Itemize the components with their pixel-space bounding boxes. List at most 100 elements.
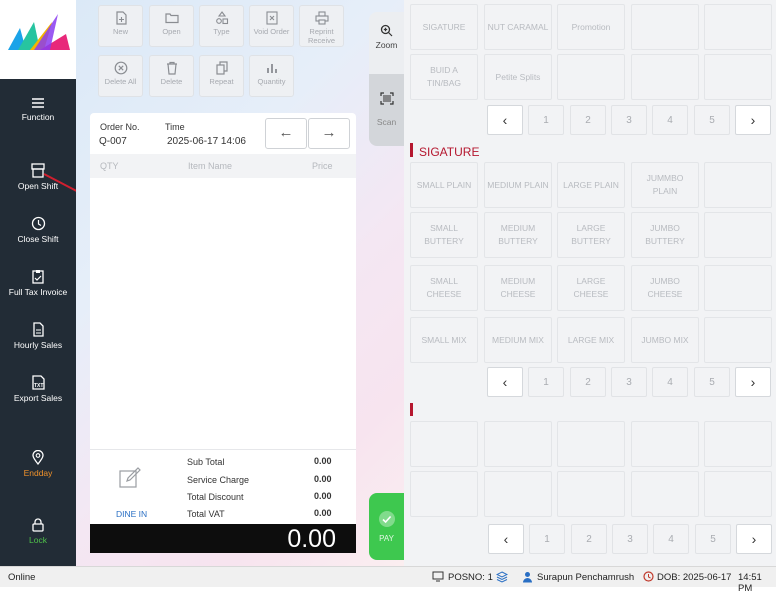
- product-button[interactable]: [484, 421, 552, 467]
- product-page-5[interactable]: 5: [694, 367, 730, 397]
- category-next-page-button[interactable]: ›: [735, 105, 771, 135]
- product-button[interactable]: JUMBO CHEESE: [631, 265, 699, 311]
- arrow-left-icon: ←: [278, 124, 294, 141]
- category-page-3[interactable]: 3: [611, 105, 647, 135]
- product-button[interactable]: [704, 265, 772, 311]
- product-button[interactable]: MEDIUM CHEESE: [484, 265, 552, 311]
- category-page-5[interactable]: 5: [694, 105, 730, 135]
- order-items-list[interactable]: [90, 178, 356, 450]
- layers-icon[interactable]: [495, 571, 509, 586]
- product-button[interactable]: JUMBO MIX: [631, 317, 699, 363]
- product-button[interactable]: [410, 471, 478, 517]
- user-icon: [522, 571, 533, 586]
- section2-next-page-button[interactable]: ›: [736, 524, 772, 554]
- product-button[interactable]: [704, 212, 772, 258]
- product-next-page-button[interactable]: ›: [735, 367, 771, 397]
- category-button[interactable]: [704, 54, 772, 100]
- pay-button[interactable]: PAY: [369, 493, 404, 560]
- category-prev-page-button[interactable]: ‹: [487, 105, 523, 135]
- product-button[interactable]: MEDIUM PLAIN: [484, 162, 552, 208]
- product-button[interactable]: SMALL MIX: [410, 317, 478, 363]
- sidebar-item-function[interactable]: Function: [0, 97, 76, 122]
- product-button[interactable]: SMALL BUTTERY: [410, 212, 478, 258]
- category-button[interactable]: BUID A TIN/BAG: [410, 54, 478, 100]
- product-button[interactable]: LARGE CHEESE: [557, 265, 625, 311]
- menu-icon: [32, 98, 44, 108]
- section2-page-1[interactable]: 1: [529, 524, 565, 554]
- product-button[interactable]: [704, 421, 772, 467]
- category-button[interactable]: SIGATURE: [410, 4, 478, 50]
- time-value: 2025-06-17 14:06: [167, 136, 246, 147]
- section2-prev-page-button[interactable]: ‹: [488, 524, 524, 554]
- zoom-button[interactable]: Zoom: [369, 12, 404, 74]
- product-page-2[interactable]: 2: [570, 367, 606, 397]
- product-page-4[interactable]: 4: [652, 367, 688, 397]
- scan-button[interactable]: Scan: [369, 74, 404, 146]
- previous-order-button[interactable]: ←: [265, 118, 307, 149]
- category-page-2[interactable]: 2: [570, 105, 606, 135]
- sidebar-item-export-sales[interactable]: TXT Export Sales: [0, 375, 76, 403]
- product-button[interactable]: [704, 162, 772, 208]
- category-button[interactable]: Promotion: [557, 4, 625, 50]
- sidebar-item-label: Close Shift: [17, 234, 59, 244]
- section2-page-2[interactable]: 2: [571, 524, 607, 554]
- product-button[interactable]: [704, 317, 772, 363]
- product-page-3[interactable]: 3: [611, 367, 647, 397]
- order-type-button[interactable]: DINE IN: [116, 509, 147, 519]
- quantity-button[interactable]: Quantity: [249, 55, 294, 97]
- delete-all-label: Delete All: [104, 77, 137, 86]
- clock-time: 14:51 PM: [738, 572, 762, 594]
- type-button[interactable]: Type: [199, 5, 244, 47]
- delete-all-button[interactable]: Delete All: [98, 55, 143, 97]
- category-button[interactable]: Petite Splits: [484, 54, 552, 100]
- product-button[interactable]: [631, 421, 699, 467]
- product-button[interactable]: LARGE PLAIN: [557, 162, 625, 208]
- category-button[interactable]: [631, 4, 699, 50]
- product-button[interactable]: SMALL PLAIN: [410, 162, 478, 208]
- sidebar-item-hourly-sales[interactable]: Hourly Sales: [0, 322, 76, 350]
- location-pin-icon: [32, 450, 44, 465]
- product-button[interactable]: [410, 421, 478, 467]
- product-button[interactable]: JUMBO BUTTERY: [631, 212, 699, 258]
- barcode-scan-icon: [379, 92, 394, 105]
- type-label: Type: [213, 27, 230, 36]
- product-button[interactable]: [631, 471, 699, 517]
- item-name-column-header: Item Name: [188, 161, 233, 171]
- reprint-receive-button[interactable]: Reprint Receive: [299, 5, 344, 47]
- edit-note-icon[interactable]: [118, 466, 142, 495]
- open-button[interactable]: Open: [149, 5, 194, 47]
- new-button[interactable]: New: [98, 5, 143, 47]
- category-page-1[interactable]: 1: [528, 105, 564, 135]
- category-button[interactable]: [557, 54, 625, 100]
- product-button[interactable]: [704, 471, 772, 517]
- category-button[interactable]: [631, 54, 699, 100]
- product-button[interactable]: LARGE MIX: [557, 317, 625, 363]
- next-order-button[interactable]: →: [308, 118, 350, 149]
- sidebar-item-endday[interactable]: Endday: [0, 450, 76, 478]
- category-page-4[interactable]: 4: [652, 105, 688, 135]
- product-button[interactable]: MEDIUM MIX: [484, 317, 552, 363]
- category-button[interactable]: NUT CARAMAL: [484, 4, 552, 50]
- sidebar-item-lock[interactable]: Lock: [0, 517, 76, 545]
- void-order-button[interactable]: Void Order: [249, 5, 294, 47]
- product-button[interactable]: LARGE BUTTERY: [557, 212, 625, 258]
- sidebar-item-full-tax-invoice[interactable]: Full Tax Invoice: [0, 269, 76, 297]
- price-column-header: Price: [312, 161, 333, 171]
- product-button[interactable]: [557, 421, 625, 467]
- section2-page-3[interactable]: 3: [612, 524, 648, 554]
- product-button[interactable]: [557, 471, 625, 517]
- sidebar-item-close-shift[interactable]: Close Shift: [0, 216, 76, 244]
- section2-page-4[interactable]: 4: [653, 524, 689, 554]
- date-of-business: DOB: 2025-06-17: [657, 572, 732, 583]
- product-button[interactable]: SMALL CHEESE: [410, 265, 478, 311]
- sidebar-item-label: Lock: [29, 535, 47, 545]
- delete-button[interactable]: Delete: [149, 55, 194, 97]
- product-button[interactable]: JUMMBO PLAIN: [631, 162, 699, 208]
- section2-page-5[interactable]: 5: [695, 524, 731, 554]
- category-button[interactable]: [704, 4, 772, 50]
- product-button[interactable]: [484, 471, 552, 517]
- product-button[interactable]: MEDIUM BUTTERY: [484, 212, 552, 258]
- product-prev-page-button[interactable]: ‹: [487, 367, 523, 397]
- repeat-button[interactable]: Repeat: [199, 55, 244, 97]
- product-page-1[interactable]: 1: [528, 367, 564, 397]
